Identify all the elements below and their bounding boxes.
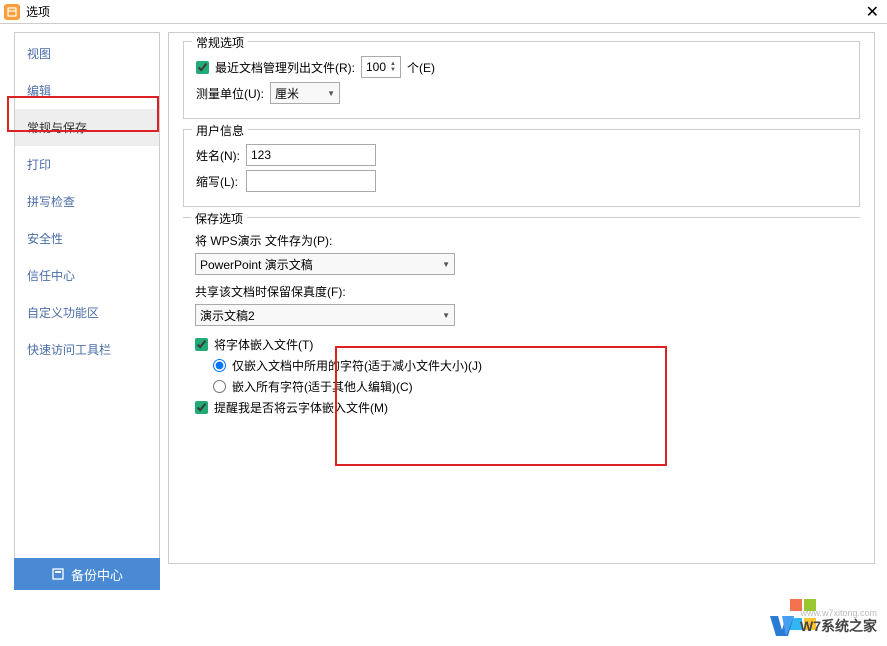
chevron-down-icon: ▼ <box>327 89 335 98</box>
recent-docs-unit: 个(E) <box>407 59 435 76</box>
measure-unit-label: 测量单位(U): <box>196 85 264 102</box>
group-user-info-title: 用户信息 <box>192 122 248 139</box>
embed-all-label: 嵌入所有字符(适于其他人编辑)(C) <box>232 378 413 395</box>
backup-center-button[interactable]: 备份中心 <box>14 558 160 590</box>
chevron-down-icon: ▼ <box>442 260 450 269</box>
group-save: 保存选项 将 WPS演示 文件存为(P): PowerPoint 演示文稿 ▼ … <box>183 217 860 416</box>
sidebar-item-customize-ribbon[interactable]: 自定义功能区 <box>15 294 159 331</box>
embed-used-label: 仅嵌入文档中所用的字符(适于减小文件大小)(J) <box>232 357 482 374</box>
recent-docs-label: 最近文档管理列出文件(R): <box>215 59 355 76</box>
sidebar-item-spellcheck[interactable]: 拼写检查 <box>15 183 159 220</box>
initials-label: 缩写(L): <box>196 173 246 190</box>
sidebar-item-edit[interactable]: 编辑 <box>15 72 159 109</box>
sidebar-item-quick-access[interactable]: 快速访问工具栏 <box>15 331 159 368</box>
app-icon <box>4 4 20 20</box>
chevron-down-icon: ▼ <box>442 311 450 320</box>
fidelity-label: 共享该文档时保留保真度(F): <box>195 283 346 300</box>
window-title: 选项 <box>26 3 50 20</box>
embed-fonts-checkbox[interactable] <box>195 338 208 351</box>
sidebar-item-view[interactable]: 视图 <box>15 35 159 72</box>
embed-all-radio[interactable] <box>213 380 226 393</box>
sidebar-item-security[interactable]: 安全性 <box>15 220 159 257</box>
group-user-info: 用户信息 姓名(N): 缩写(L): <box>183 129 860 207</box>
fidelity-combo[interactable]: 演示文稿2 ▼ <box>195 304 455 326</box>
remind-cloud-checkbox[interactable] <box>195 401 208 414</box>
recent-docs-spinner[interactable]: 100 ▲▼ <box>361 56 401 78</box>
spinner-down-icon[interactable]: ▼ <box>388 67 398 73</box>
recent-docs-checkbox[interactable] <box>196 61 209 74</box>
sidebar: 视图 编辑 常规与保存 打印 拼写检查 安全性 信任中心 自定义功能区 快速访问… <box>14 32 160 564</box>
close-icon[interactable]: ✕ <box>862 2 883 22</box>
w7-logo-icon <box>768 612 796 640</box>
group-save-title: 保存选项 <box>191 210 247 227</box>
name-label: 姓名(N): <box>196 147 246 164</box>
watermark: W7系统之家 <box>768 612 877 640</box>
initials-input[interactable] <box>246 170 376 192</box>
name-input[interactable] <box>246 144 376 166</box>
group-general: 常规选项 最近文档管理列出文件(R): 100 ▲▼ 个(E) 测量单位(U):… <box>183 41 860 119</box>
remind-cloud-label: 提醒我是否将云字体嵌入文件(M) <box>214 399 388 416</box>
sidebar-item-trust-center[interactable]: 信任中心 <box>15 257 159 294</box>
save-as-combo[interactable]: PowerPoint 演示文稿 ▼ <box>195 253 455 275</box>
embed-fonts-label: 将字体嵌入文件(T) <box>214 336 313 353</box>
sidebar-item-general-save[interactable]: 常规与保存 <box>15 109 159 146</box>
content-panel: 常规选项 最近文档管理列出文件(R): 100 ▲▼ 个(E) 测量单位(U):… <box>168 32 875 564</box>
backup-icon <box>51 567 65 581</box>
sidebar-item-print[interactable]: 打印 <box>15 146 159 183</box>
titlebar: 选项 ✕ <box>0 0 887 24</box>
measure-unit-combo[interactable]: 厘米 ▼ <box>270 82 340 104</box>
embed-used-radio[interactable] <box>213 359 226 372</box>
save-as-label: 将 WPS演示 文件存为(P): <box>195 232 332 249</box>
group-general-title: 常规选项 <box>192 34 248 51</box>
